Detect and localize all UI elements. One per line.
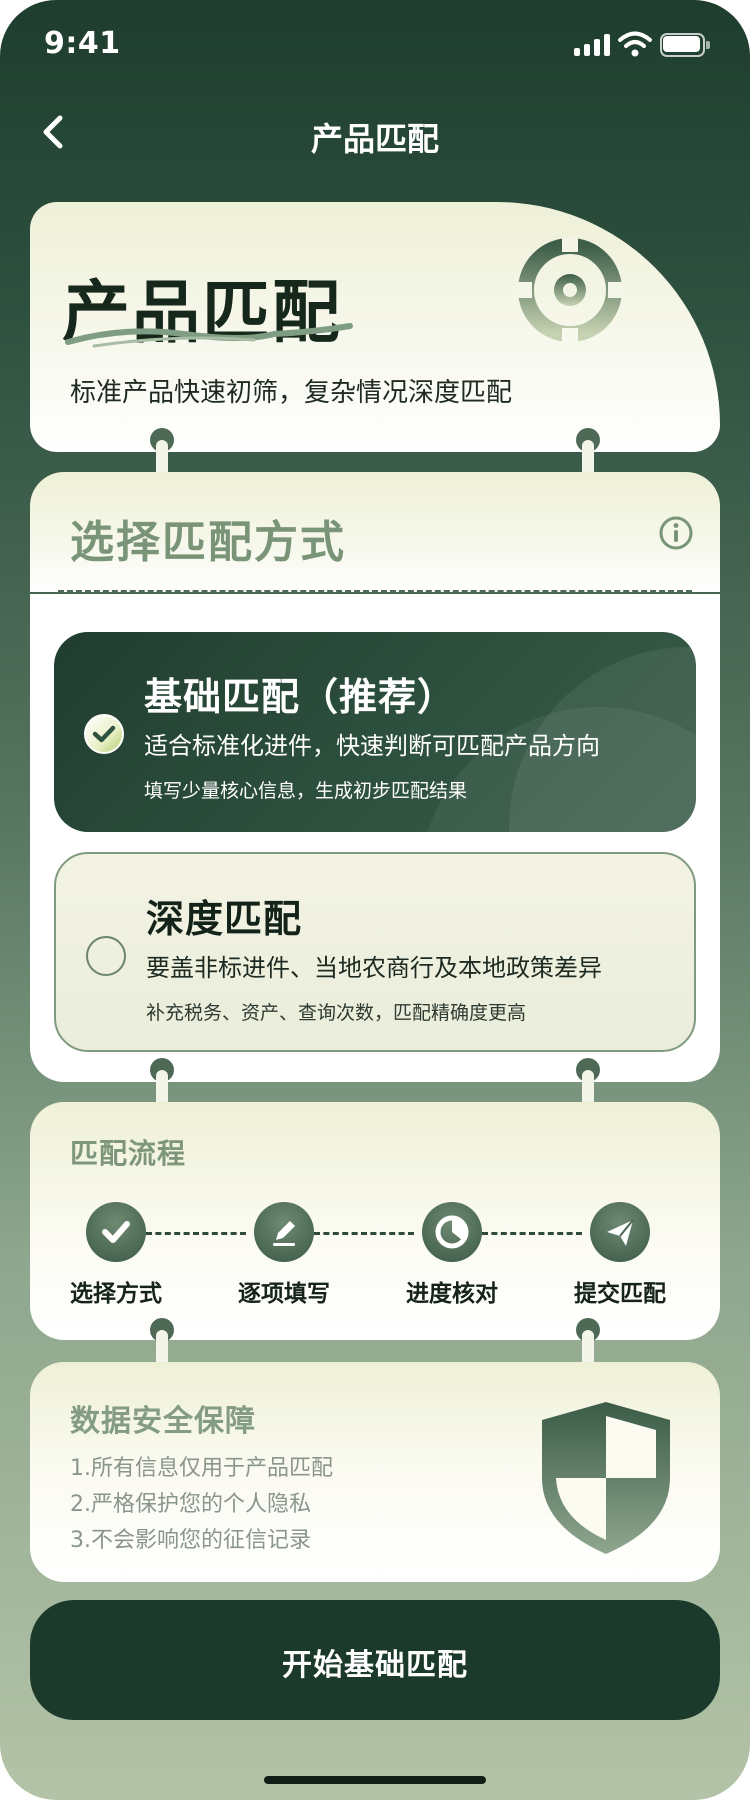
page-title: 产品匹配 bbox=[310, 120, 439, 158]
flow-step-submit[interactable]: 提交匹配 bbox=[550, 1202, 690, 1312]
security-title: 数据安全保障 bbox=[70, 1404, 256, 1439]
signal-icon bbox=[574, 34, 610, 56]
step-label: 提交匹配 bbox=[574, 1281, 666, 1307]
radio-selected[interactable] bbox=[84, 714, 124, 754]
flow-step-check[interactable]: 进度核对 bbox=[382, 1202, 522, 1312]
status-time: 9:41 bbox=[44, 26, 121, 61]
section-title: 选择匹配方式 bbox=[70, 517, 346, 568]
option-basic-match[interactable]: 基础匹配（推荐） 适合标准化进件，快速判断可匹配产品方向 填写少量核心信息，生成… bbox=[54, 632, 696, 832]
pencil-icon bbox=[254, 1202, 314, 1262]
option-description: 要盖非标进件、当地农商行及本地政策差异 bbox=[146, 954, 602, 982]
option-note: 补充税务、资产、查询次数，匹配精确度更高 bbox=[146, 1002, 527, 1024]
check-icon bbox=[92, 725, 116, 743]
option-title: 基础匹配（推荐） bbox=[144, 675, 457, 719]
clock-icon bbox=[422, 1202, 482, 1262]
select-method-header: 选择匹配方式 bbox=[30, 472, 720, 592]
step-label: 逐项填写 bbox=[238, 1281, 330, 1307]
step-label: 进度核对 bbox=[406, 1281, 498, 1307]
underline-decoration bbox=[65, 323, 353, 348]
app-screen: 9:41 产品匹配 产品匹配 标准产品快速初筛，复杂情况深度匹配 选择匹配方式 … bbox=[0, 0, 750, 1800]
check-icon bbox=[86, 1202, 146, 1262]
divider bbox=[58, 590, 692, 593]
send-icon bbox=[590, 1202, 650, 1262]
security-line: 3.不会影响您的征信记录 bbox=[70, 1528, 311, 1553]
security-line: 2.严格保护您的个人隐私 bbox=[70, 1492, 311, 1517]
battery-icon bbox=[660, 33, 710, 57]
security-line: 1.所有信息仅用于产品匹配 bbox=[70, 1456, 333, 1481]
shield-icon bbox=[542, 1402, 670, 1554]
flow-step-fill[interactable]: 逐项填写 bbox=[214, 1202, 354, 1312]
flow-step-select[interactable]: 选择方式 bbox=[46, 1202, 186, 1312]
info-icon[interactable] bbox=[658, 515, 694, 551]
home-indicator bbox=[264, 1776, 486, 1784]
flow-title: 匹配流程 bbox=[70, 1137, 187, 1170]
target-icon bbox=[518, 238, 622, 342]
option-title: 深度匹配 bbox=[146, 897, 303, 941]
start-basic-match-button[interactable]: 开始基础匹配 bbox=[30, 1600, 720, 1720]
security-card: 数据安全保障 1.所有信息仅用于产品匹配 2.严格保护您的个人隐私 3.不会影响… bbox=[30, 1362, 720, 1582]
option-description: 适合标准化进件，快速判断可匹配产品方向 bbox=[144, 732, 600, 760]
option-note: 填写少量核心信息，生成初步匹配结果 bbox=[144, 780, 468, 802]
wifi-icon bbox=[618, 31, 652, 57]
status-bar: 9:41 bbox=[0, 0, 750, 90]
flow-card: 匹配流程 选择方式 逐项填写 进度核对 提交匹配 bbox=[30, 1102, 720, 1340]
hero-card: 产品匹配 标准产品快速初筛，复杂情况深度匹配 bbox=[30, 202, 720, 452]
hero-subtitle: 标准产品快速初筛，复杂情况深度匹配 bbox=[70, 378, 513, 408]
button-label: 开始基础匹配 bbox=[282, 1648, 468, 1683]
option-deep-match[interactable]: 深度匹配 要盖非标进件、当地农商行及本地政策差异 补充税务、资产、查询次数，匹配… bbox=[54, 852, 696, 1052]
step-label: 选择方式 bbox=[70, 1281, 162, 1307]
radio-unselected[interactable] bbox=[86, 936, 126, 976]
